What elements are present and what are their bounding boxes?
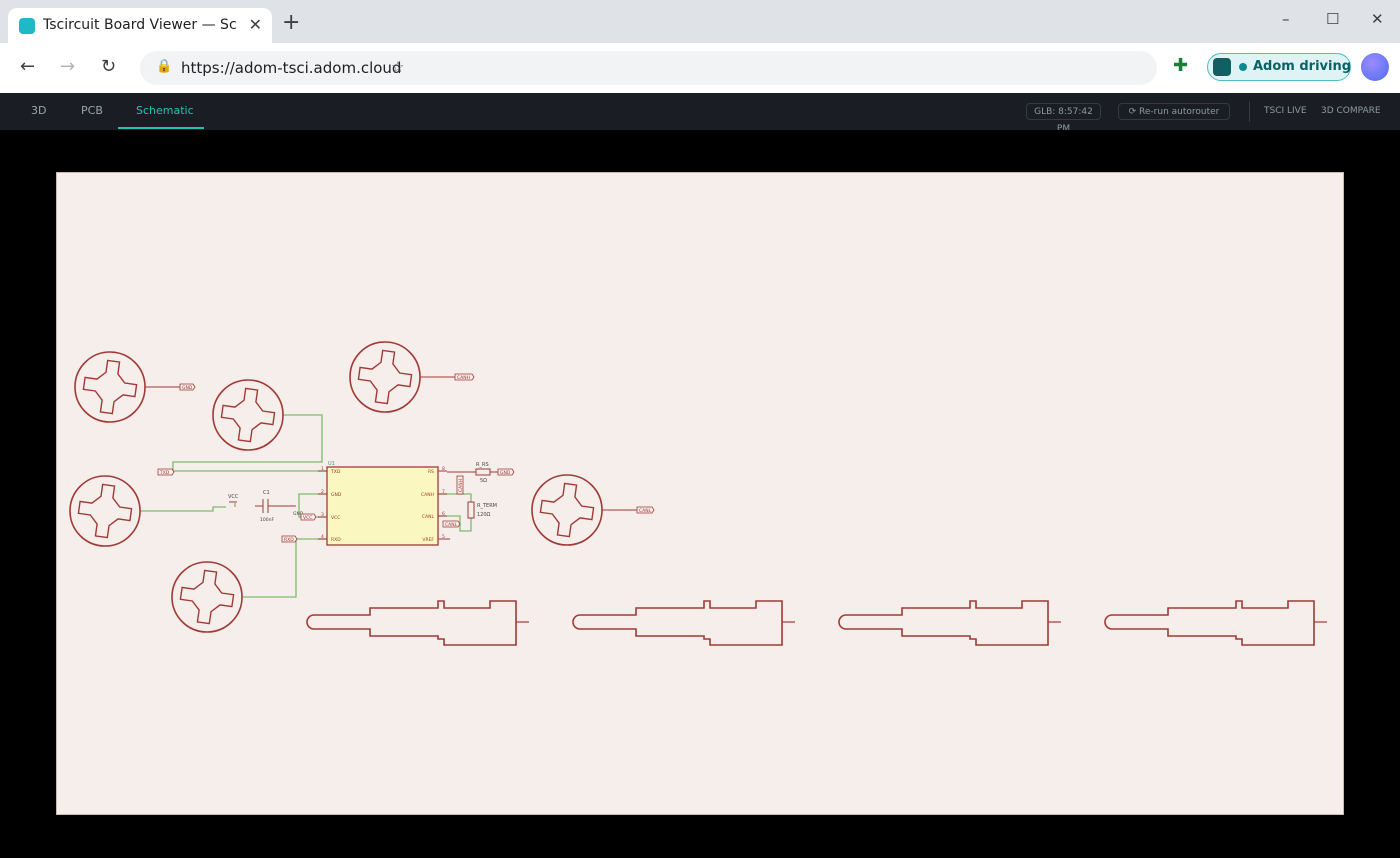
chip-ref: U1 (328, 461, 335, 467)
pin-name: VCC (331, 515, 340, 521)
svg-text:RXD: RXD (284, 537, 294, 543)
resistor-r-rs[interactable] (447, 468, 498, 476)
pin-name: CANL (422, 514, 435, 520)
svg-text:CANL: CANL (445, 522, 458, 528)
capacitor-c1[interactable] (255, 499, 296, 513)
net-label-gnd-rs[interactable]: GND (497, 468, 515, 476)
pin-name: RXD (331, 537, 341, 543)
pin-number: 8 (442, 466, 445, 472)
svg-text:GND: GND (500, 470, 511, 476)
net-label-canl-right[interactable]: CANL (636, 506, 655, 514)
pogo-pin-4[interactable] (1104, 600, 1328, 646)
net-label-canh[interactable]: CANH (454, 373, 475, 381)
pin-name: CANH (421, 492, 434, 498)
chip-u1[interactable]: U1 TXD GND VCC RXD RS CANH CANL VREF 1 2… (318, 461, 447, 546)
mounting-hole-3[interactable] (349, 341, 455, 413)
r-term-value: 120Ω (477, 512, 491, 518)
net-label-txd[interactable]: TXD (157, 468, 175, 476)
svg-text:CANH: CANH (458, 479, 464, 492)
pin-number: 7 (442, 489, 445, 495)
mounting-hole-5[interactable] (171, 561, 243, 633)
net-label-vcc[interactable]: VCC (300, 513, 317, 521)
mounting-hole-4[interactable] (69, 475, 141, 547)
pin-name: RS (428, 469, 434, 475)
pin-number: 1 (321, 466, 324, 472)
mounting-hole-2[interactable] (212, 379, 284, 451)
r-rs-ref: R_RS (476, 462, 489, 468)
mounting-hole-1[interactable] (74, 351, 180, 423)
schematic-canvas: U1 TXD GND VCC RXD RS CANH CANL VREF 1 2… (69, 341, 1328, 646)
svg-text:VCC: VCC (303, 515, 312, 521)
resistor-r-term[interactable] (467, 501, 475, 519)
svg-text:TXD: TXD (159, 470, 170, 476)
pin-number: 6 (442, 511, 445, 517)
pogo-pin-2[interactable] (572, 600, 796, 646)
pin-number: 5 (442, 534, 445, 540)
net-label-gnd[interactable]: GND (179, 383, 196, 391)
pin-name: TXD (330, 469, 341, 475)
svg-text:GND: GND (182, 385, 193, 391)
pin-number: 3 (321, 512, 324, 518)
pin-name: GND (331, 492, 342, 498)
pin-number: 2 (321, 489, 324, 495)
mounting-hole-6[interactable] (531, 474, 637, 546)
net-label-rxd[interactable]: RXD (281, 535, 298, 543)
pogo-pin-1[interactable] (306, 600, 530, 646)
vcc-symbol-label: VCC (228, 494, 239, 500)
net-label-canl[interactable]: CANL (442, 520, 461, 528)
net-label-canh-vertical[interactable]: CANH (456, 475, 464, 495)
pogo-pin-3[interactable] (838, 600, 1062, 646)
pin-name: VREF (422, 537, 434, 543)
svg-text:CANL: CANL (639, 508, 652, 514)
r-term-ref: R_TERM (477, 503, 497, 509)
c1-value: 100nF (260, 517, 274, 523)
pin-number: 4 (321, 534, 324, 540)
svg-text:CANH: CANH (457, 375, 470, 381)
r-rs-value: 5Ω (480, 478, 487, 484)
c1-ref: C1 (263, 490, 270, 496)
